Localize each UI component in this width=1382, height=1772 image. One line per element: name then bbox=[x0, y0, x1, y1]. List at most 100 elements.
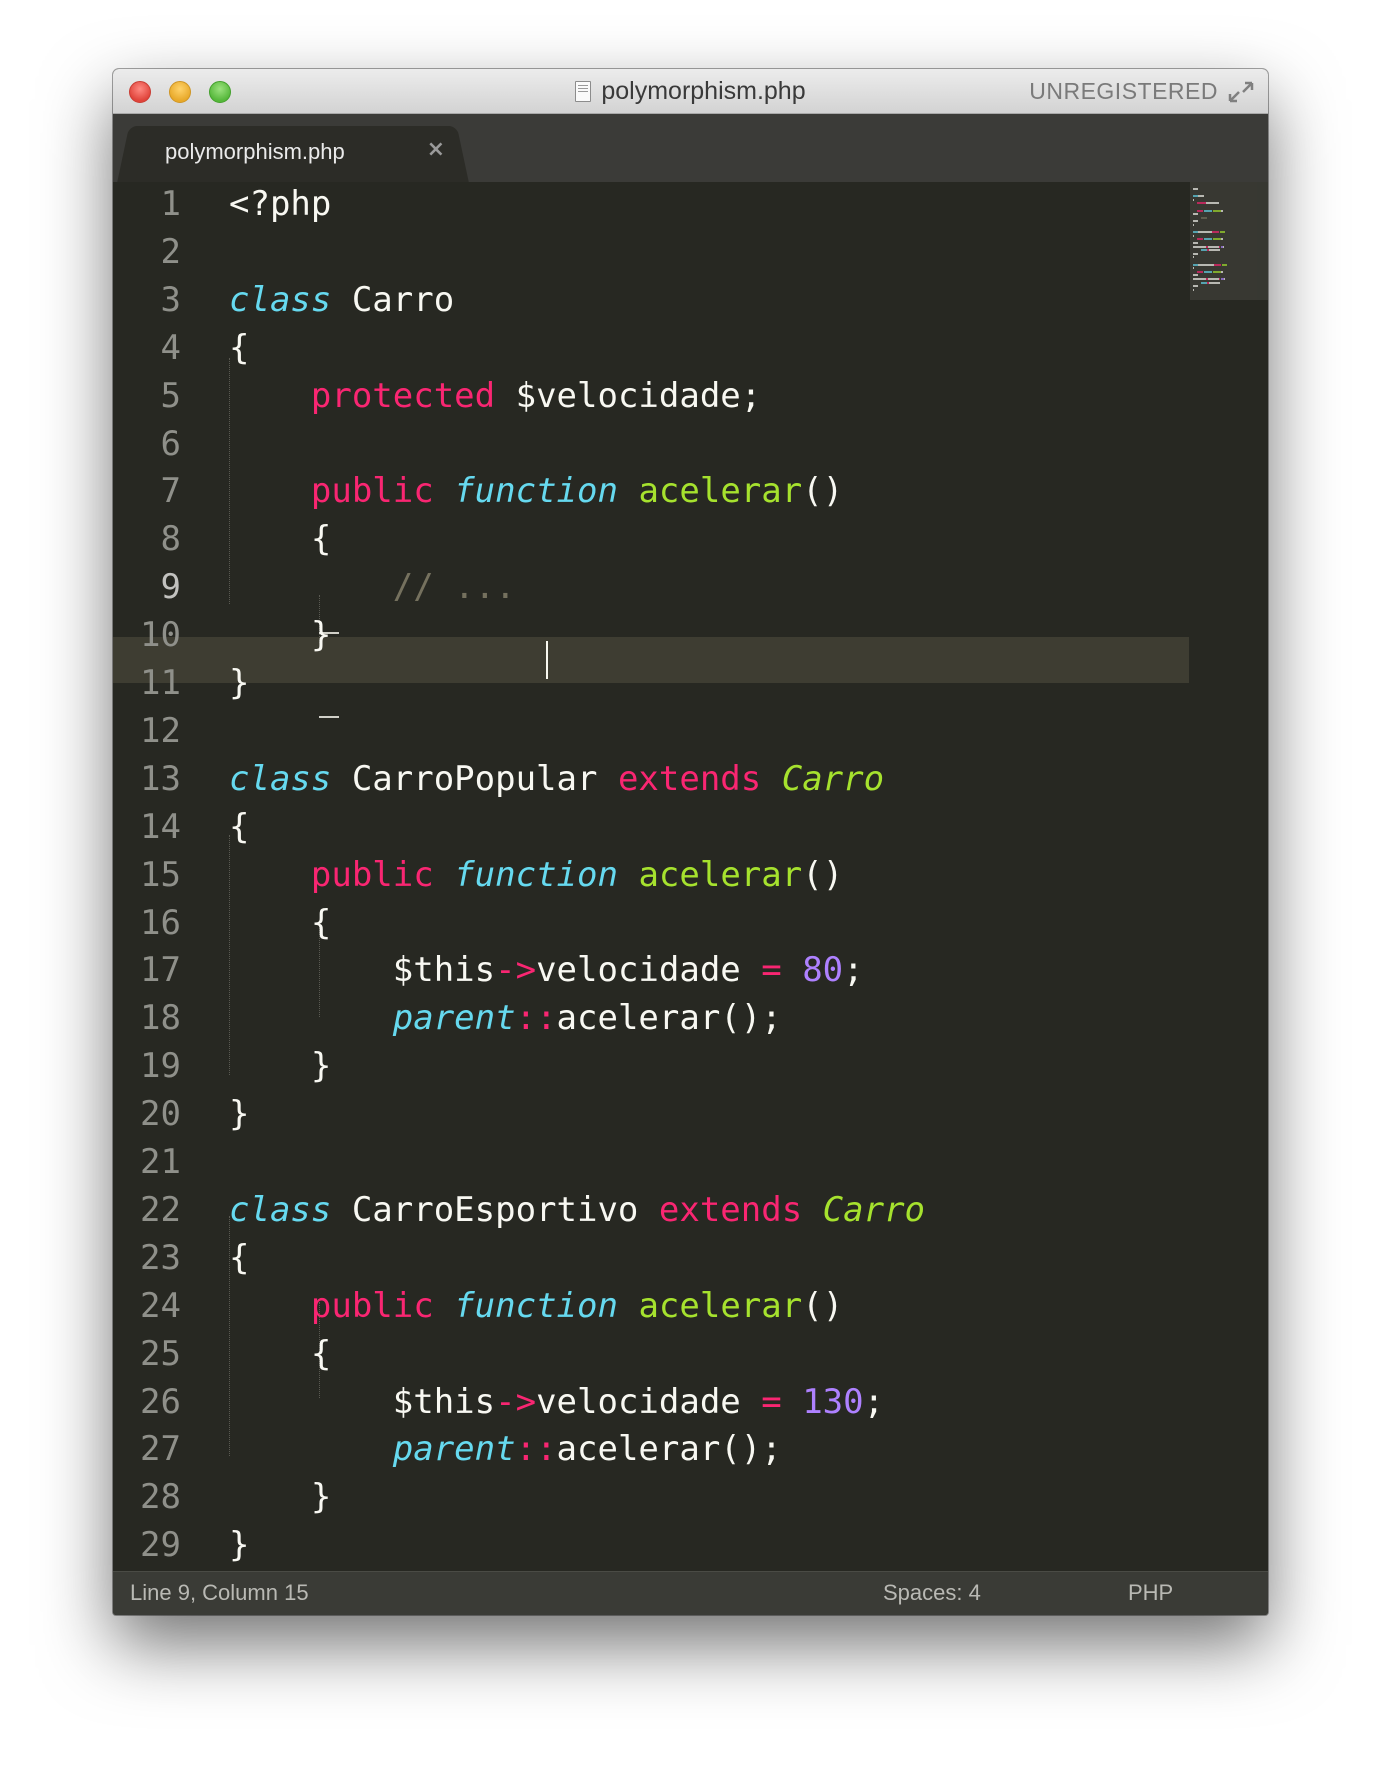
line-number: 7 bbox=[160, 471, 181, 512]
code-token: Carro bbox=[781, 758, 885, 799]
minimap-stroke bbox=[1193, 285, 1198, 288]
code-token: class bbox=[229, 758, 332, 799]
minimap-stroke bbox=[1221, 270, 1223, 273]
code-line[interactable]: 5 protected $velocidade; bbox=[113, 372, 1189, 420]
php-file-icon bbox=[575, 80, 592, 102]
line-number: 3 bbox=[160, 279, 181, 320]
minimize-window-button[interactable] bbox=[169, 81, 191, 103]
code-token: protected bbox=[310, 375, 496, 416]
code-text: class CarroEsportivo extends Carro bbox=[229, 1186, 925, 1234]
code-line[interactable]: 11} bbox=[113, 659, 1189, 707]
code-line[interactable]: 25 { bbox=[113, 1330, 1189, 1378]
close-window-button[interactable] bbox=[129, 81, 151, 103]
code-line[interactable]: 19 } bbox=[113, 1042, 1189, 1090]
code-line[interactable]: 2 bbox=[113, 228, 1189, 276]
code-token: $velocidade; bbox=[495, 375, 762, 416]
code-line[interactable]: 14 { bbox=[113, 803, 1189, 851]
code-token: { bbox=[229, 1237, 250, 1278]
code-token: // ... bbox=[392, 567, 516, 608]
code-line[interactable]: 8 { bbox=[113, 515, 1189, 563]
code-token: function bbox=[454, 854, 618, 895]
line-number: 12 bbox=[140, 710, 181, 751]
syntax-selector[interactable]: PHP bbox=[1128, 1580, 1173, 1606]
editor-window: polymorphism.php UNREGISTERED polymorphi… bbox=[113, 69, 1268, 1615]
minimap[interactable] bbox=[1190, 182, 1268, 300]
code-line[interactable]: 17 $this->velocidade = 80; bbox=[113, 946, 1189, 994]
minimap-stroke bbox=[1193, 267, 1194, 270]
code-line[interactable]: 16 { bbox=[113, 899, 1189, 947]
code-token: acelerar(); bbox=[556, 998, 782, 1039]
code-line[interactable]: 24 public function acelerar() bbox=[113, 1282, 1189, 1330]
code-line[interactable]: 29} bbox=[113, 1521, 1189, 1569]
minimap-stroke bbox=[1212, 231, 1219, 234]
minimap-stroke bbox=[1193, 220, 1198, 223]
code-text: parent::acelerar(); bbox=[229, 994, 782, 1042]
code-token: ; bbox=[843, 950, 864, 991]
code-line[interactable]: 12 bbox=[113, 707, 1189, 755]
minimap-stroke bbox=[1204, 238, 1212, 241]
minimap-stroke bbox=[1204, 209, 1212, 212]
code-token: acelerar bbox=[638, 854, 803, 895]
minimap-stroke bbox=[1193, 198, 1194, 201]
code-text: $this->velocidade = 130; bbox=[229, 1378, 884, 1426]
code-text: { bbox=[229, 803, 249, 851]
code-line[interactable]: 10 } bbox=[113, 611, 1189, 659]
code-token: { bbox=[229, 806, 250, 847]
code-line[interactable]: 6 bbox=[113, 420, 1189, 468]
code-token: 130 bbox=[802, 1381, 864, 1422]
line-number: 11 bbox=[140, 663, 181, 703]
code-text: protected $velocidade; bbox=[229, 372, 761, 420]
code-editor[interactable]: 1 <?php 2 3 class Carro 4{5 protected $veloci… bbox=[113, 182, 1268, 1572]
code-token: () bbox=[802, 471, 844, 512]
tab-label: polymorphism.php bbox=[165, 139, 345, 164]
minimap-stroke bbox=[1213, 209, 1221, 212]
code-token: } bbox=[229, 1477, 332, 1518]
cursor-position: Line 9, Column 15 bbox=[130, 1580, 309, 1605]
code-line[interactable]: 26 $this->velocidade = 130; bbox=[113, 1378, 1189, 1426]
code-line[interactable]: 9 // ... bbox=[113, 563, 1189, 611]
indentation-setting[interactable]: Spaces: 4 bbox=[883, 1580, 981, 1606]
code-line[interactable]: 21 bbox=[113, 1138, 1189, 1186]
line-number: 16 bbox=[140, 902, 181, 943]
code-token: $this bbox=[229, 1381, 496, 1422]
code-line[interactable]: 20} bbox=[113, 1090, 1189, 1138]
zoom-window-button[interactable] bbox=[209, 81, 231, 103]
code-text: { bbox=[229, 324, 249, 372]
tab-polymorphism-php[interactable]: polymorphism.php × bbox=[133, 126, 453, 184]
code-line[interactable]: 28 } bbox=[113, 1473, 1189, 1521]
line-number: 4 bbox=[160, 327, 181, 368]
line-number: 24 bbox=[140, 1285, 181, 1326]
code-line[interactable]: 13 class CarroPopular extends Carro bbox=[113, 755, 1189, 803]
code-line[interactable]: 15 public function acelerar() bbox=[113, 851, 1189, 899]
code-line[interactable]: 23 { bbox=[113, 1234, 1189, 1282]
code-line[interactable]: 7 public function acelerar() bbox=[113, 467, 1189, 515]
code-token: = bbox=[761, 1381, 782, 1422]
code-line[interactable]: 4{ bbox=[113, 324, 1189, 372]
code-token: $this bbox=[229, 950, 496, 991]
code-text: public function acelerar() bbox=[229, 467, 843, 515]
fullscreen-icon[interactable] bbox=[1227, 80, 1255, 104]
code-text: $this->velocidade = 80; bbox=[229, 946, 864, 994]
minimap-stroke bbox=[1206, 202, 1219, 205]
code-line[interactable]: 18 parent::acelerar(); bbox=[113, 994, 1189, 1042]
code-token: } bbox=[229, 663, 250, 703]
code-token: parent bbox=[392, 1429, 516, 1470]
minimap-stroke bbox=[1209, 249, 1220, 252]
tab-close-icon[interactable]: × bbox=[427, 137, 445, 162]
minimap-stroke bbox=[1193, 288, 1194, 291]
code-line[interactable]: 3 class Carro bbox=[113, 276, 1189, 324]
code-line[interactable]: 22 class CarroEsportivo extends Carro bbox=[113, 1186, 1189, 1234]
code-line[interactable]: 1 <?php bbox=[113, 180, 1189, 228]
line-number: 29 bbox=[140, 1525, 181, 1566]
code-token: ; bbox=[863, 1381, 885, 1422]
code-token: <?php bbox=[229, 184, 332, 224]
code-line[interactable]: 27 parent::acelerar(); bbox=[113, 1425, 1189, 1473]
minimap-stroke bbox=[1198, 195, 1204, 198]
minimap-stroke bbox=[1224, 278, 1225, 280]
code-text: // ... bbox=[229, 563, 516, 611]
line-number: 26 bbox=[140, 1381, 181, 1422]
